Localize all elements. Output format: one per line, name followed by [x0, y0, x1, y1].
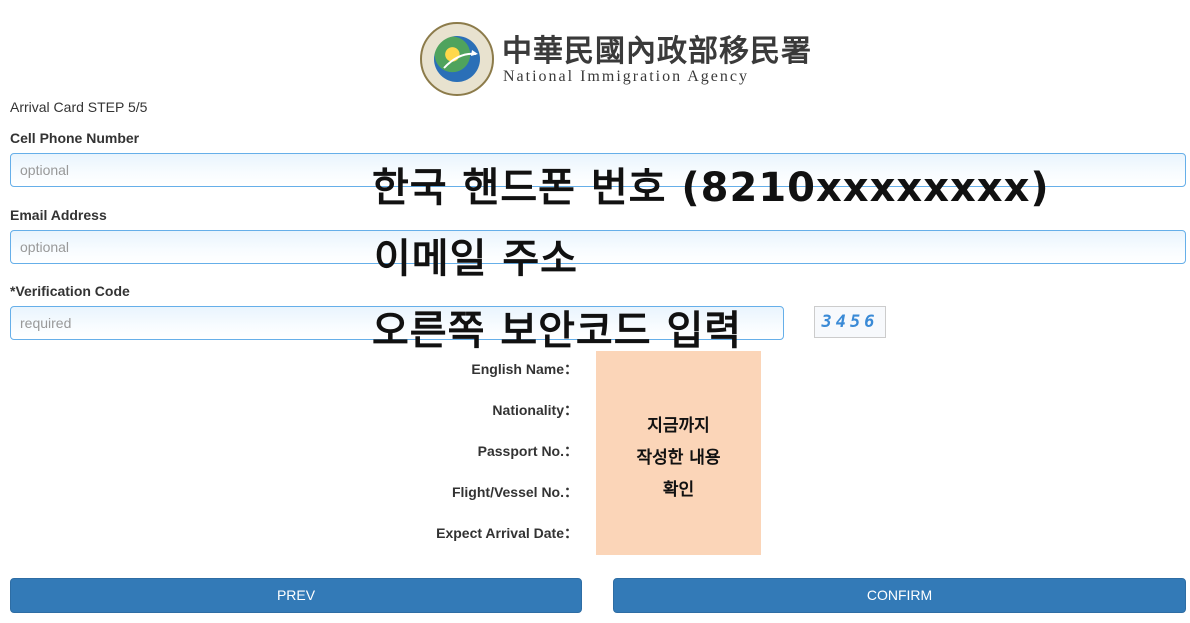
agency-name-zh: 中華民國內政部移民署: [502, 34, 812, 69]
phone-input[interactable]: [10, 153, 1186, 187]
summary-annotation-line2: 작성한 내용: [636, 448, 721, 468]
summary-annotation-line1: 지금까지: [647, 416, 710, 436]
captcha-text: 3456: [821, 312, 879, 332]
summary-annotation-line3: 확인: [662, 480, 695, 500]
email-input[interactable]: [10, 230, 1186, 264]
passport-label: Passport No.：: [477, 443, 578, 459]
agency-name-en: National Immigration Agency: [503, 68, 749, 85]
phone-label: Cell Phone Number: [10, 130, 140, 146]
email-label: Email Address: [10, 207, 107, 223]
nia-emblem-icon: [420, 22, 494, 96]
verification-input[interactable]: [10, 306, 784, 340]
confirm-button[interactable]: CONFIRM: [613, 578, 1186, 613]
verification-label: *Verification Code: [10, 283, 130, 299]
nationality-label: Nationality：: [492, 402, 578, 418]
step-title: Arrival Card STEP 5/5: [10, 99, 148, 115]
prev-button[interactable]: PREV: [10, 578, 582, 613]
flight-label: Flight/Vessel No.：: [451, 484, 578, 500]
summary-annotation: 지금까지 작성한 내용 확인: [596, 410, 761, 506]
english-name-label: English Name：: [471, 361, 578, 377]
site-header: 中華民國內政部移民署 National Immigration Agency: [0, 0, 1190, 100]
captcha-image[interactable]: 3456: [814, 306, 886, 338]
arrival-date-label: Expect Arrival Date：: [436, 525, 578, 541]
